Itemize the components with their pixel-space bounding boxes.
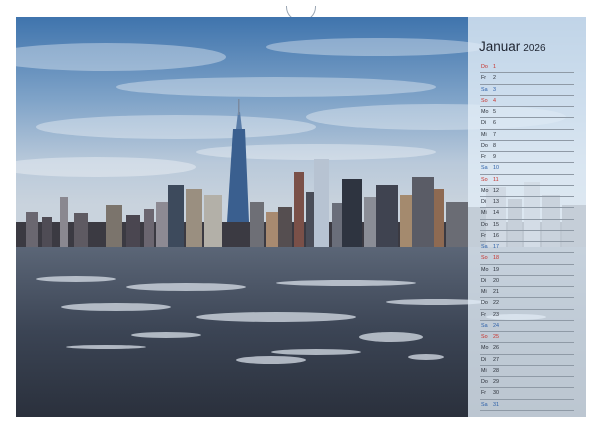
day-row: Di 27 xyxy=(480,355,574,366)
day-row: Sa 10 xyxy=(480,163,574,175)
weekday-label: Do xyxy=(481,142,488,149)
date-number: 28 xyxy=(493,367,499,374)
date-number: 20 xyxy=(493,277,499,284)
date-number: 1 xyxy=(493,64,496,70)
day-list: Do 1 Fr 2 Sa 3 So 4 Mo 5 Di 6 Mi 7 Do 8 Fr 9 Sa 10 So 11 Mo 12 D… xyxy=(480,62,574,411)
date-number: 27 xyxy=(493,356,499,363)
day-row: So 11 xyxy=(480,175,574,186)
weekday-label: So xyxy=(481,255,488,262)
weekday-label: Fr xyxy=(481,154,487,160)
day-row: Mo 5 xyxy=(480,107,574,119)
date-number: 13 xyxy=(493,199,499,205)
day-row: So 18 xyxy=(480,253,574,265)
weekday-label: Mi xyxy=(481,131,487,138)
weekday-label: Fr xyxy=(481,75,487,82)
day-row: Do 1 xyxy=(480,62,574,74)
date-number: 25 xyxy=(493,334,499,340)
date-number: 6 xyxy=(493,120,496,127)
day-row: Mo 12 xyxy=(480,186,574,197)
date-number: 12 xyxy=(493,187,499,194)
weekday-label: So xyxy=(481,97,488,104)
day-row: Fr 2 xyxy=(480,73,574,85)
day-row: Do 8 xyxy=(480,141,574,152)
date-number: 30 xyxy=(493,390,499,397)
weekday-label: Mi xyxy=(481,210,487,217)
weekday-label: Mi xyxy=(481,289,487,295)
day-row: So 25 xyxy=(480,332,574,344)
weekday-label: Di xyxy=(481,277,487,284)
calendar-panel: Januar 2026 Do 1 Fr 2 Sa 3 So 4 Mo 5 Di 6 Mi 7 Do 8 Fr 9 Sa… xyxy=(468,17,586,417)
weekday-label: Do xyxy=(481,379,488,385)
date-number: 17 xyxy=(493,244,499,250)
weekday-label: Sa xyxy=(481,244,488,250)
weekday-label: Fr xyxy=(481,311,487,318)
day-row: Mi 7 xyxy=(480,130,574,141)
date-number: 5 xyxy=(493,109,496,115)
date-number: 8 xyxy=(493,142,496,149)
weekday-label: So xyxy=(481,334,488,340)
date-number: 14 xyxy=(493,210,499,217)
weekday-label: Di xyxy=(481,356,487,363)
day-row: Do 29 xyxy=(480,377,574,389)
date-number: 7 xyxy=(493,131,496,138)
date-number: 15 xyxy=(493,221,499,228)
day-row: Fr 16 xyxy=(480,231,574,242)
date-number: 23 xyxy=(493,311,499,318)
weekday-label: Di xyxy=(481,199,487,205)
weekday-label: Fr xyxy=(481,232,487,239)
day-row: Sa 17 xyxy=(480,242,574,254)
day-row: So 4 xyxy=(480,96,574,107)
day-row: Mo 19 xyxy=(480,265,574,276)
day-row: Di 13 xyxy=(480,197,574,209)
weekday-label: Sa xyxy=(481,86,488,93)
date-number: 31 xyxy=(493,401,499,408)
date-number: 16 xyxy=(493,232,499,239)
date-number: 22 xyxy=(493,300,499,307)
weekday-label: Mo xyxy=(481,266,489,273)
weekday-label: Sa xyxy=(481,322,488,329)
month-name: Januar xyxy=(479,39,521,54)
weekday-label: Sa xyxy=(481,401,488,408)
date-number: 11 xyxy=(493,176,499,183)
day-row: Di 6 xyxy=(480,118,574,130)
day-row: Mo 26 xyxy=(480,343,574,355)
date-number: 29 xyxy=(493,379,499,385)
weekday-label: Di xyxy=(481,120,487,127)
weekday-label: Do xyxy=(481,64,488,70)
weekday-label: Sa xyxy=(481,165,488,172)
weekday-label: Mo xyxy=(481,345,489,352)
weekday-label: Fr xyxy=(481,390,487,397)
date-number: 18 xyxy=(493,255,499,262)
date-number: 24 xyxy=(493,322,499,329)
date-number: 4 xyxy=(493,97,496,104)
day-row: Mi 14 xyxy=(480,208,574,220)
day-row: Sa 31 xyxy=(480,400,574,411)
day-row: Do 15 xyxy=(480,220,574,231)
date-number: 19 xyxy=(493,266,499,273)
day-row: Di 20 xyxy=(480,276,574,287)
month-title: Januar 2026 xyxy=(479,39,546,54)
weekday-label: Mo xyxy=(481,187,489,194)
date-number: 2 xyxy=(493,75,496,82)
weekday-label: So xyxy=(481,176,488,183)
date-number: 3 xyxy=(493,86,496,93)
weekday-label: Mi xyxy=(481,367,487,374)
date-number: 9 xyxy=(493,154,496,160)
day-row: Sa 24 xyxy=(480,321,574,332)
day-row: Do 22 xyxy=(480,298,574,310)
date-number: 10 xyxy=(493,165,499,172)
weekday-label: Mo xyxy=(481,109,489,115)
date-number: 26 xyxy=(493,345,499,352)
weekday-label: Do xyxy=(481,300,488,307)
date-number: 21 xyxy=(493,289,499,295)
year-label: 2026 xyxy=(523,43,546,54)
day-row: Mi 28 xyxy=(480,366,574,377)
day-row: Fr 23 xyxy=(480,310,574,321)
day-row: Fr 30 xyxy=(480,388,574,400)
day-row: Sa 3 xyxy=(480,85,574,96)
day-row: Mi 21 xyxy=(480,287,574,299)
day-row: Fr 9 xyxy=(480,152,574,164)
weekday-label: Do xyxy=(481,221,488,228)
